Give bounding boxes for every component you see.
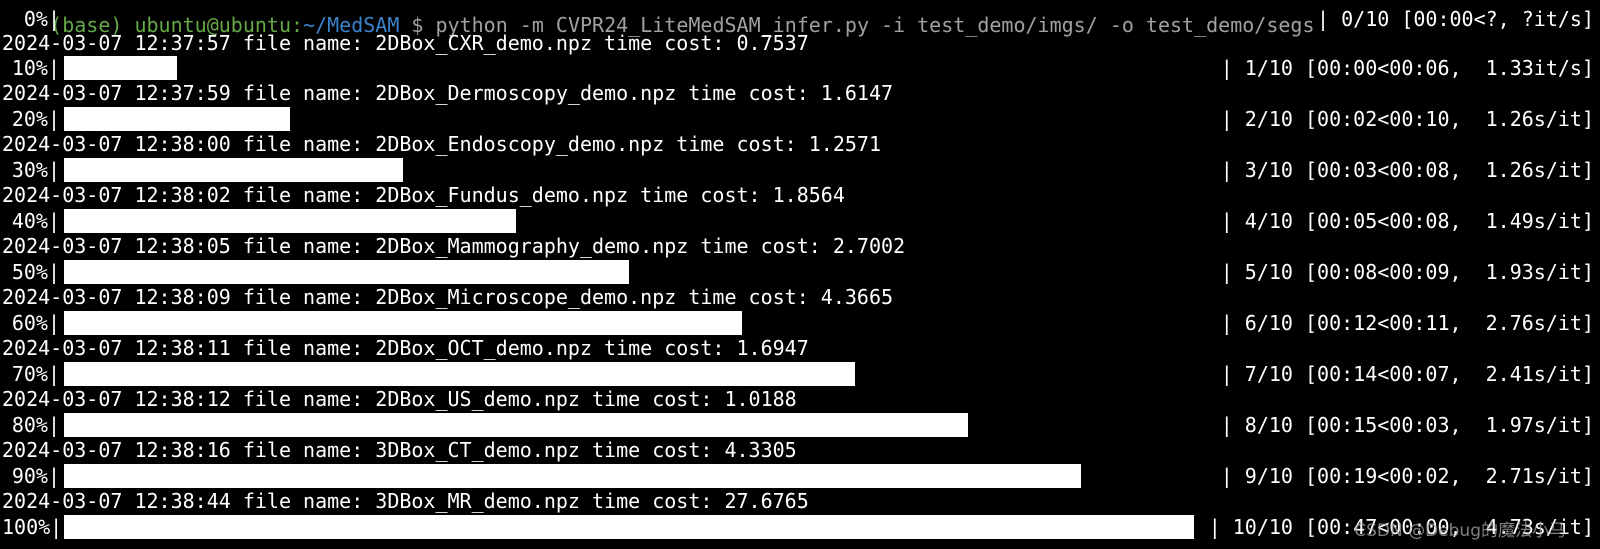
log-line-6: 2024-03-07 12:38:11 file name: 2DBox_OCT…	[2, 336, 809, 360]
progress-line-5: 50%| | 5/10 [00:08<00:09, 1.93s/it]	[2, 259, 1598, 285]
progress-percent: 0%|	[23, 7, 60, 31]
progress-bar-fill	[64, 107, 290, 131]
progress-line-7: 70%| | 7/10 [00:14<00:07, 2.41s/it]	[2, 361, 1598, 387]
progress-stats: | 0/10 [00:00<?, ?it/s]	[1317, 7, 1594, 31]
progress-stats: | 7/10 [00:14<00:07, 2.41s/it]	[1220, 362, 1594, 386]
progress-line-0: 0%| | 0/10 [00:00<?, ?it/s]	[2, 6, 1598, 32]
progress-line-3: 30%| | 3/10 [00:03<00:08, 1.26s/it]	[2, 157, 1598, 183]
progress-bar	[64, 260, 1194, 284]
progress-line-6: 60%| | 6/10 [00:12<00:11, 2.76s/it]	[2, 310, 1598, 336]
progress-bar-fill	[64, 515, 1194, 539]
progress-stats: | 5/10 [00:08<00:09, 1.93s/it]	[1220, 260, 1594, 284]
progress-percent: 30%|	[11, 158, 60, 182]
progress-bar	[64, 515, 1194, 539]
progress-bar	[64, 7, 1194, 31]
progress-percent: 20%|	[11, 107, 60, 131]
progress-stats: | 8/10 [00:15<00:03, 1.97s/it]	[1220, 413, 1594, 437]
progress-stats: | 2/10 [00:02<00:10, 1.26s/it]	[1220, 107, 1594, 131]
progress-percent: 80%|	[11, 413, 60, 437]
progress-percent: 10%|	[11, 56, 60, 80]
progress-bar-fill	[64, 209, 516, 233]
progress-stats: | 9/10 [00:19<00:02, 2.71s/it]	[1220, 464, 1594, 488]
progress-percent: 70%|	[11, 362, 60, 386]
progress-percent: 90%|	[11, 464, 60, 488]
progress-stats: | 4/10 [00:05<00:08, 1.49s/it]	[1220, 209, 1594, 233]
progress-bar	[64, 464, 1194, 488]
progress-bar-fill	[64, 311, 742, 335]
progress-bar-fill	[64, 413, 968, 437]
progress-bar	[64, 56, 1194, 80]
progress-bar-fill	[64, 56, 177, 80]
progress-bar	[64, 209, 1194, 233]
log-line-1: 2024-03-07 12:37:59 file name: 2DBox_Der…	[2, 81, 894, 105]
progress-bar-fill	[64, 464, 1081, 488]
log-line-8: 2024-03-07 12:38:16 file name: 3DBox_CT_…	[2, 438, 797, 462]
progress-bar	[64, 413, 1194, 437]
log-line-7: 2024-03-07 12:38:12 file name: 2DBox_US_…	[2, 387, 797, 411]
progress-line-8: 80%| | 8/10 [00:15<00:03, 1.97s/it]	[2, 412, 1598, 438]
log-line-0: 2024-03-07 12:37:57 file name: 2DBox_CXR…	[2, 31, 809, 55]
progress-line-9: 90%| | 9/10 [00:19<00:02, 2.71s/it]	[2, 463, 1598, 489]
progress-line-4: 40%| | 4/10 [00:05<00:08, 1.49s/it]	[2, 208, 1598, 234]
progress-bar-fill	[64, 158, 403, 182]
progress-stats: | 6/10 [00:12<00:11, 2.76s/it]	[1220, 311, 1594, 335]
log-line-5: 2024-03-07 12:38:09 file name: 2DBox_Mic…	[2, 285, 894, 309]
progress-percent: 100%|	[2, 515, 63, 539]
progress-stats: | 1/10 [00:00<00:06, 1.33it/s]	[1220, 56, 1594, 80]
progress-bar	[64, 107, 1194, 131]
progress-bar	[64, 311, 1194, 335]
progress-percent: 40%|	[11, 209, 60, 233]
log-line-3: 2024-03-07 12:38:02 file name: 2DBox_Fun…	[2, 183, 845, 207]
progress-bar-fill	[64, 260, 629, 284]
log-line-9: 2024-03-07 12:38:44 file name: 3DBox_MR_…	[2, 489, 809, 513]
progress-stats: | 3/10 [00:03<00:08, 1.26s/it]	[1220, 158, 1594, 182]
progress-percent: 60%|	[11, 311, 60, 335]
progress-bar	[64, 362, 1194, 386]
progress-line-1: 10%| | 1/10 [00:00<00:06, 1.33it/s]	[2, 55, 1598, 81]
terminal-window[interactable]: (base) ubuntu@ubuntu:~/MedSAM $ python -…	[0, 0, 1600, 549]
log-line-2: 2024-03-07 12:38:00 file name: 2DBox_End…	[2, 132, 881, 156]
progress-line-2: 20%| | 2/10 [00:02<00:10, 1.26s/it]	[2, 106, 1598, 132]
csdn-watermark: CSDN @Debug的魔法小马	[1354, 521, 1566, 541]
progress-bar-fill	[64, 362, 855, 386]
progress-percent: 50%|	[11, 260, 60, 284]
log-line-4: 2024-03-07 12:38:05 file name: 2DBox_Mam…	[2, 234, 906, 258]
progress-bar	[64, 158, 1194, 182]
